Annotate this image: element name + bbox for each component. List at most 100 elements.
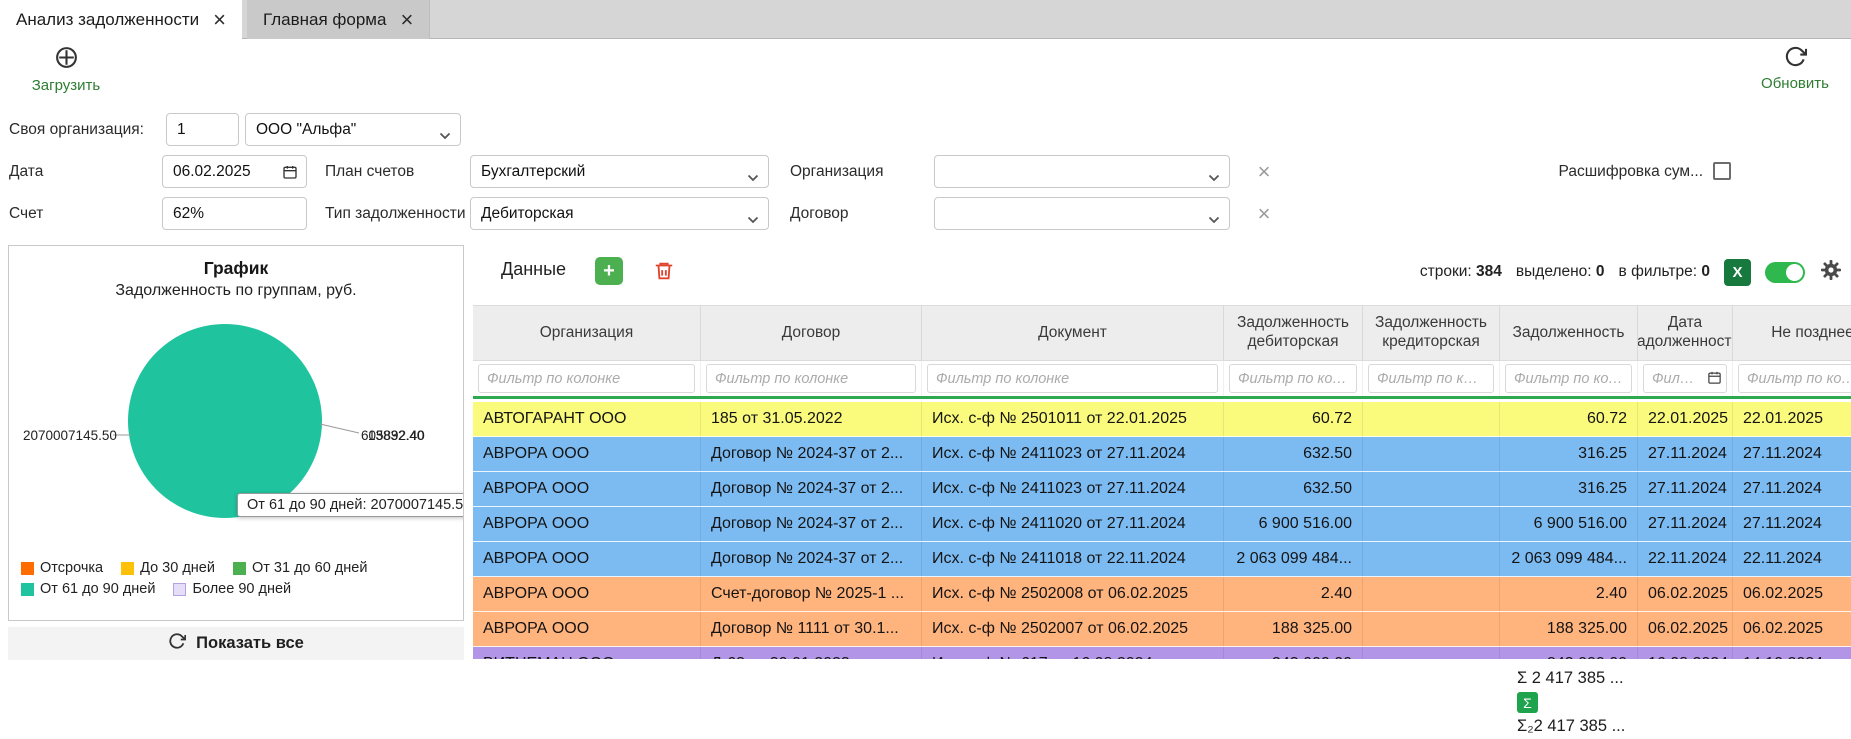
cell-not-later[interactable]: 06.02.2025 bbox=[1733, 612, 1851, 646]
column-header[interactable]: Организация bbox=[473, 306, 701, 360]
cell-contract[interactable]: Договор № 2024-37 от 2... bbox=[701, 542, 922, 576]
sum-sigma-button[interactable]: Σ bbox=[1517, 692, 1538, 713]
cell-document[interactable]: Исх. с-ф № 2502007 от 06.02.2025 bbox=[922, 612, 1224, 646]
cell-organization[interactable]: АВРОРА ООО bbox=[473, 472, 701, 506]
tab-main-form[interactable]: Главная форма × bbox=[247, 0, 430, 39]
cell-debit[interactable]: 2.40 bbox=[1224, 577, 1363, 611]
column-header[interactable]: Документ bbox=[922, 306, 1224, 360]
cell-debt-date[interactable]: 27.11.2024 bbox=[1638, 507, 1733, 541]
cell-organization[interactable]: АВРОРА ООО bbox=[473, 507, 701, 541]
column-header[interactable]: Не позднее bbox=[1733, 306, 1851, 360]
close-icon[interactable]: × bbox=[213, 9, 226, 31]
column-header[interactable]: Дата задолженности bbox=[1638, 306, 1733, 360]
cell-debt[interactable]: 188 325.00 bbox=[1500, 612, 1638, 646]
column-filter-input[interactable] bbox=[1229, 364, 1357, 393]
table-row[interactable]: АВРОРА ООО Договор № 1111 от 30.1... Исх… bbox=[473, 612, 1851, 647]
cell-debt[interactable]: 2.40 bbox=[1500, 577, 1638, 611]
cell-organization[interactable]: АВРОРА ООО bbox=[473, 437, 701, 471]
show-all-button[interactable]: Показать все bbox=[8, 627, 464, 660]
cell-debt-date[interactable]: 27.11.2024 bbox=[1638, 437, 1733, 471]
column-filter-input[interactable] bbox=[478, 364, 695, 393]
cell-debit[interactable]: 6 900 516.00 bbox=[1224, 507, 1363, 541]
cell-not-later[interactable]: 22.01.2025 bbox=[1733, 402, 1851, 436]
cell-debt-date[interactable]: 06.02.2025 bbox=[1638, 577, 1733, 611]
refresh-button[interactable]: Обновить bbox=[1757, 45, 1833, 92]
organization-select[interactable] bbox=[934, 155, 1230, 188]
own-org-select[interactable]: ООО "Альфа" bbox=[245, 113, 461, 146]
cell-contract[interactable]: 185 от 31.05.2022 bbox=[701, 402, 922, 436]
cell-credit[interactable] bbox=[1363, 402, 1500, 436]
cell-not-later[interactable]: 27.11.2024 bbox=[1733, 507, 1851, 541]
chart-of-accounts-select[interactable]: Бухгалтерский bbox=[470, 155, 769, 188]
cell-debt-date[interactable]: 22.11.2024 bbox=[1638, 542, 1733, 576]
add-row-button[interactable]: + bbox=[595, 257, 623, 285]
column-filter-input[interactable] bbox=[927, 364, 1218, 393]
table-row[interactable]: АВРОРА ООО Договор № 2024-37 от 2... Исх… bbox=[473, 472, 1851, 507]
cell-credit[interactable] bbox=[1363, 647, 1500, 659]
tab-debt-analysis[interactable]: Анализ задолженности × bbox=[0, 0, 242, 39]
cell-debt[interactable]: 6 900 516.00 bbox=[1500, 507, 1638, 541]
cell-debit[interactable]: 632.50 bbox=[1224, 437, 1363, 471]
cell-document[interactable]: Исх. с-ф № 2501011 от 22.01.2025 bbox=[922, 402, 1224, 436]
load-button[interactable]: Загрузить bbox=[30, 45, 102, 94]
legend-item[interactable]: Отсрочка bbox=[21, 560, 103, 576]
table-row[interactable]: АВРОРА ООО Договор № 2024-37 от 2... Исх… bbox=[473, 437, 1851, 472]
calendar-icon[interactable] bbox=[282, 164, 298, 185]
table-row[interactable]: АВТОГАРАНТ ООО 185 от 31.05.2022 Исх. с-… bbox=[473, 402, 1851, 437]
table-settings-button[interactable] bbox=[1819, 258, 1843, 287]
cell-document[interactable]: Исх. с-ф № 2411020 от 27.11.2024 bbox=[922, 507, 1224, 541]
cell-document[interactable]: Исх. с-ф № 2411018 от 22.11.2024 bbox=[922, 542, 1224, 576]
own-org-code-input[interactable] bbox=[167, 114, 238, 145]
pie-slice-61-90[interactable] bbox=[128, 324, 322, 518]
legend-item[interactable]: От 31 до 60 дней bbox=[233, 560, 367, 576]
cell-debit[interactable]: 2 063 099 484... bbox=[1224, 542, 1363, 576]
cell-credit[interactable] bbox=[1363, 612, 1500, 646]
cell-organization[interactable]: АВРОРА ООО bbox=[473, 542, 701, 576]
cell-debit[interactable]: 188 325.00 bbox=[1224, 612, 1363, 646]
calendar-icon[interactable] bbox=[1707, 370, 1722, 390]
filter-toggle[interactable] bbox=[1765, 262, 1805, 283]
table-row[interactable]: ВИТНЕМАН ООО Д-63 от 30.01.2023 Исх. с-ф… bbox=[473, 647, 1851, 659]
cell-document[interactable]: Исх. с-ф № 2502008 от 06.02.2025 bbox=[922, 577, 1224, 611]
cell-contract[interactable]: Договор № 2024-37 от 2... bbox=[701, 437, 922, 471]
own-org-code-field[interactable] bbox=[166, 113, 239, 146]
column-filter-input[interactable] bbox=[1505, 364, 1632, 393]
cell-not-later[interactable]: 27.11.2024 bbox=[1733, 472, 1851, 506]
cell-document[interactable]: Исх. с-ф № 2411023 от 27.11.2024 bbox=[922, 437, 1224, 471]
cell-contract[interactable]: Д-63 от 30.01.2023 bbox=[701, 647, 922, 659]
cell-debt-date[interactable]: 06.02.2025 bbox=[1638, 612, 1733, 646]
cell-not-later[interactable]: 27.11.2024 bbox=[1733, 437, 1851, 471]
cell-credit[interactable] bbox=[1363, 542, 1500, 576]
delete-row-button[interactable] bbox=[653, 259, 675, 288]
contract-clear-icon[interactable]: × bbox=[1252, 197, 1276, 230]
excel-export-button[interactable]: X bbox=[1724, 259, 1751, 286]
cell-debt-date[interactable]: 27.11.2024 bbox=[1638, 472, 1733, 506]
cell-not-later[interactable]: 06.02.2025 bbox=[1733, 577, 1851, 611]
cell-debt[interactable]: 316.25 bbox=[1500, 472, 1638, 506]
close-icon[interactable]: × bbox=[400, 9, 413, 31]
column-header[interactable]: Задолженность дебиторская bbox=[1224, 306, 1363, 360]
table-row[interactable]: АВРОРА ООО Договор № 2024-37 от 2... Исх… bbox=[473, 542, 1851, 577]
column-filter-input[interactable] bbox=[706, 364, 916, 393]
cell-credit[interactable] bbox=[1363, 472, 1500, 506]
cell-debt[interactable]: 2 063 099 484... bbox=[1500, 542, 1638, 576]
cell-debit[interactable]: 60.72 bbox=[1224, 402, 1363, 436]
cell-debit[interactable]: 632.50 bbox=[1224, 472, 1363, 506]
cell-organization[interactable]: АВРОРА ООО bbox=[473, 612, 701, 646]
cell-contract[interactable]: Договор № 2024-37 от 2... bbox=[701, 472, 922, 506]
cell-credit[interactable] bbox=[1363, 437, 1500, 471]
cell-credit[interactable] bbox=[1363, 577, 1500, 611]
debt-type-select[interactable]: Дебиторская bbox=[470, 197, 769, 230]
amounts-breakdown-checkbox[interactable] bbox=[1713, 162, 1731, 180]
cell-not-later[interactable]: 14.10.2024 bbox=[1733, 647, 1851, 659]
cell-contract[interactable]: Договор № 2024-37 от 2... bbox=[701, 507, 922, 541]
table-row[interactable]: АВРОРА ООО Договор № 2024-37 от 2... Исх… bbox=[473, 507, 1851, 542]
legend-item[interactable]: Более 90 дней bbox=[173, 581, 291, 597]
column-header[interactable]: Задолженность кредиторская bbox=[1363, 306, 1500, 360]
date-field[interactable] bbox=[162, 155, 307, 188]
column-header[interactable]: Задолженность bbox=[1500, 306, 1638, 360]
cell-debt[interactable]: 60.72 bbox=[1500, 402, 1638, 436]
cell-debt[interactable]: 316.25 bbox=[1500, 437, 1638, 471]
cell-debt-date[interactable]: 22.01.2025 bbox=[1638, 402, 1733, 436]
legend-item[interactable]: От 61 до 90 дней bbox=[21, 581, 155, 597]
